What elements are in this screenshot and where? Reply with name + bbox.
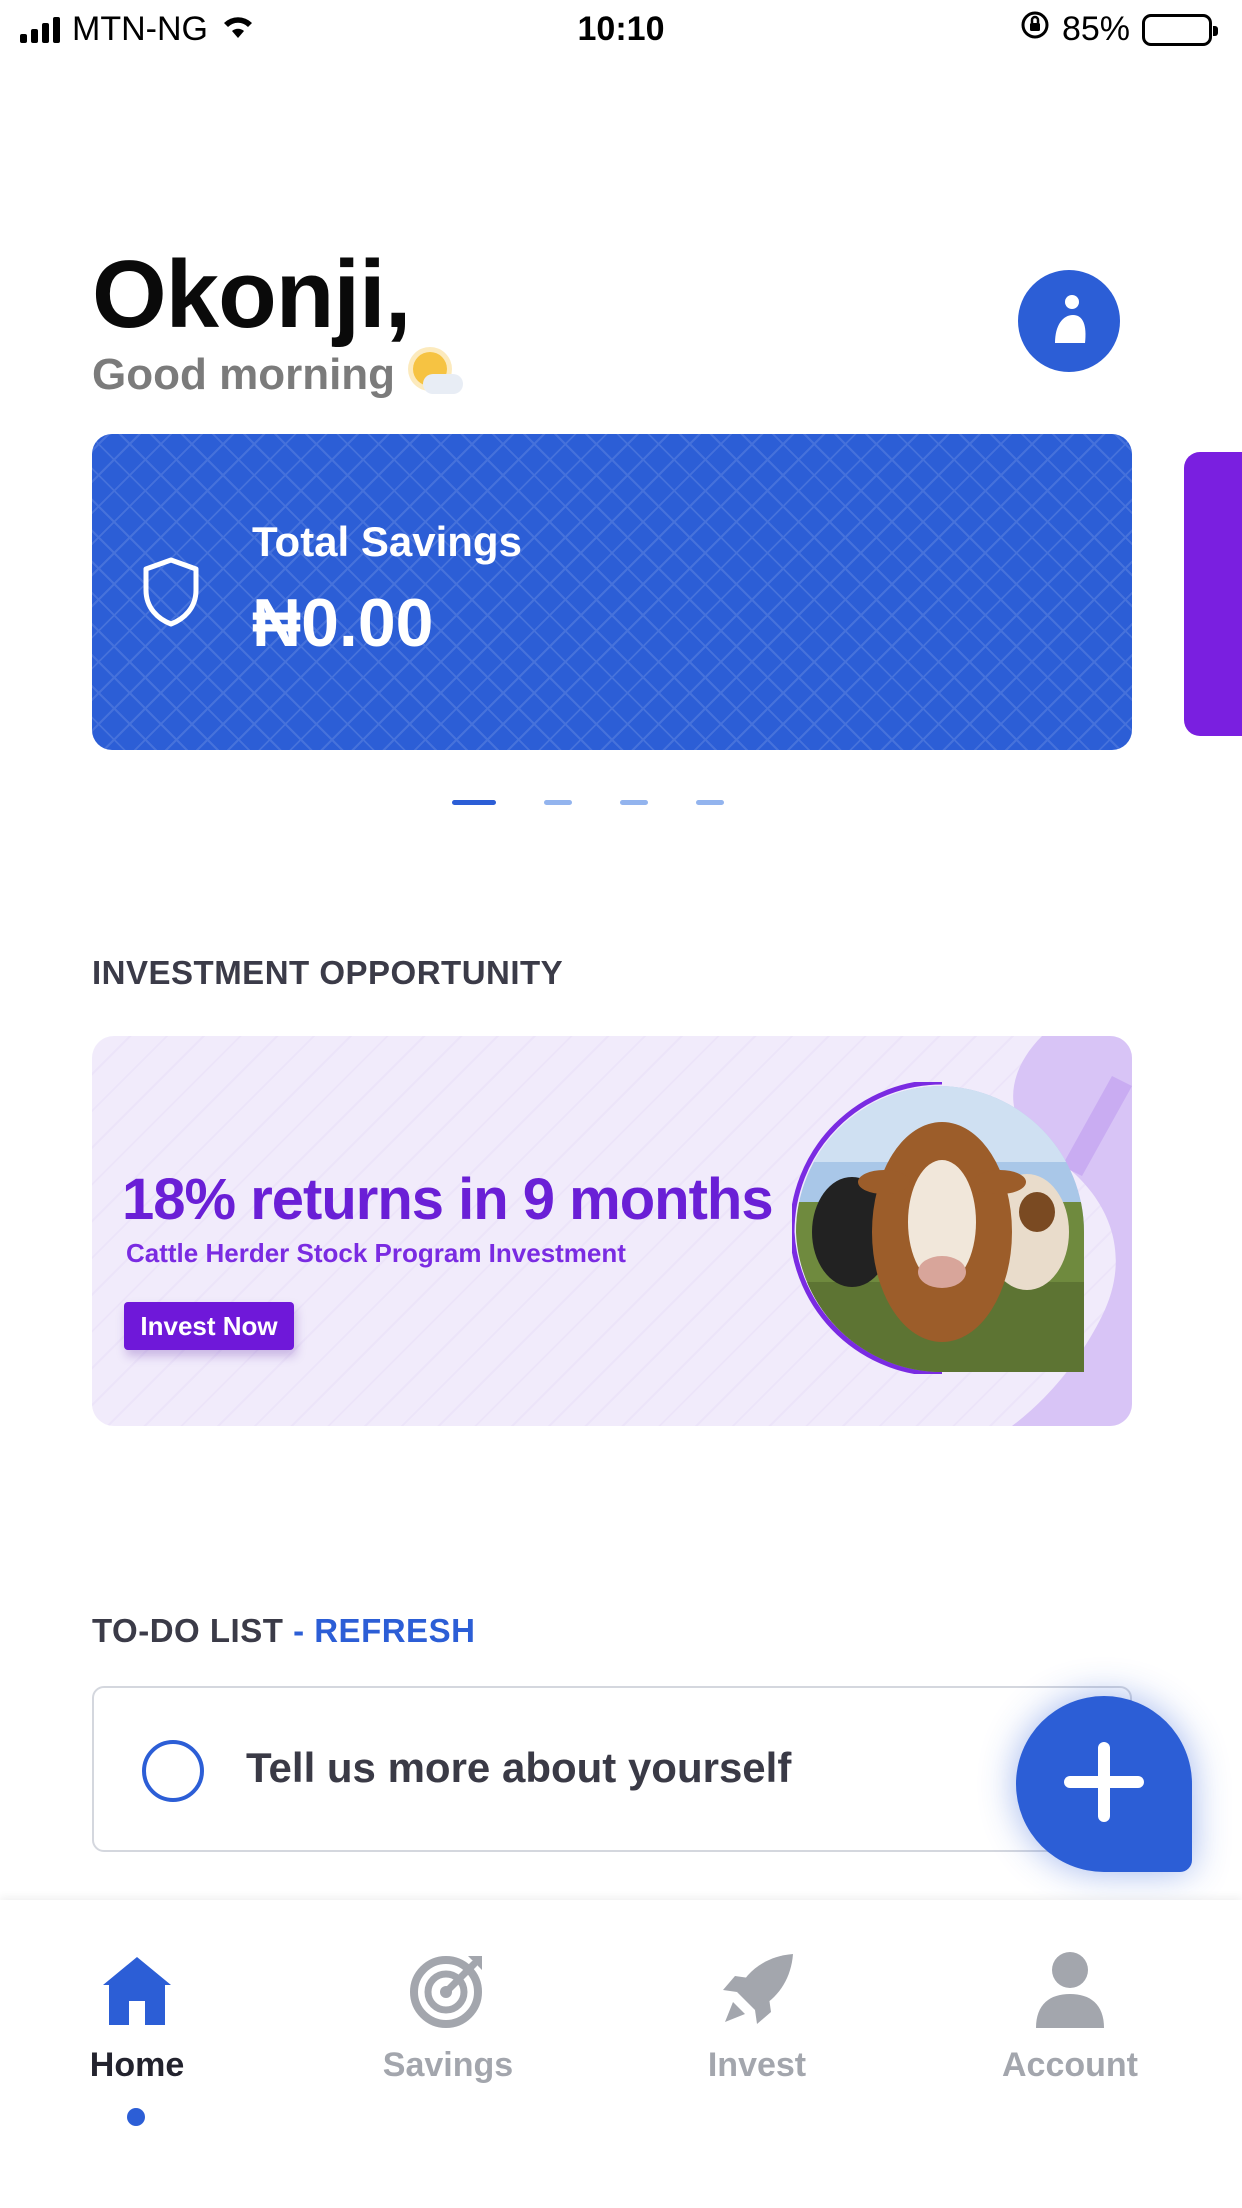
nav-home-label: Home <box>89 2046 185 2084</box>
home-icon <box>37 1950 237 2030</box>
plus-icon <box>1060 1738 1148 1831</box>
nav-invest[interactable]: Invest <box>657 1950 857 2085</box>
rocket-icon <box>657 1950 857 2030</box>
carousel-dot[interactable] <box>620 800 648 805</box>
carousel-dot[interactable] <box>696 800 724 805</box>
savings-label: Total Savings <box>252 518 522 565</box>
status-right: 85% <box>1020 10 1218 49</box>
todo-checkbox[interactable] <box>142 1740 204 1802</box>
user-icon <box>970 1950 1170 2030</box>
greeting-message-row: Good morning <box>92 350 465 400</box>
target-icon <box>348 1950 548 2030</box>
cattle-photo <box>792 1082 1084 1374</box>
orientation-lock-icon <box>1020 10 1050 49</box>
nav-invest-label: Invest <box>707 2046 807 2084</box>
carousel-dot[interactable] <box>452 800 496 805</box>
nav-savings-label: Savings <box>382 2046 514 2084</box>
todo-section-title: TO-DO LIST - REFRESH <box>92 1612 475 1650</box>
user-greeting-name: Okonji, <box>92 241 411 348</box>
battery-icon <box>1142 13 1218 46</box>
investment-section-title: INVESTMENT OPPORTUNITY <box>92 954 564 991</box>
nav-account[interactable]: Account <box>970 1950 1170 2085</box>
status-bar: MTN-NG 10:10 85% <box>0 0 1242 62</box>
card-pattern <box>92 434 1132 750</box>
add-button[interactable] <box>1016 1696 1192 1872</box>
nav-account-label: Account <box>1002 2046 1138 2084</box>
savings-amount: ₦0.00 <box>252 585 434 661</box>
investment-banner[interactable]: 18% returns in 9 months Cattle Herder St… <box>92 1036 1132 1426</box>
nav-home[interactable]: Home <box>37 1950 237 2085</box>
investment-headline: 18% returns in 9 months <box>122 1167 774 1232</box>
sun-cloud-icon <box>409 350 465 400</box>
todo-title: TO-DO LIST <box>92 1612 284 1649</box>
shield-icon <box>140 556 202 633</box>
invest-now-button[interactable]: Invest Now <box>124 1302 294 1350</box>
profile-button[interactable] <box>1018 270 1120 372</box>
carousel-dot[interactable] <box>544 800 572 805</box>
bottom-nav: Home Savings Invest Account <box>0 1900 1242 2208</box>
active-tab-indicator <box>127 2108 145 2126</box>
refresh-link[interactable]: - REFRESH <box>293 1612 475 1649</box>
nav-savings[interactable]: Savings <box>348 1950 548 2085</box>
todo-item-text: Tell us more about yourself <box>246 1744 792 1791</box>
total-savings-card[interactable]: Total Savings ₦0.00 <box>92 434 1132 750</box>
battery-percent: 85% <box>1061 10 1130 48</box>
user-icon <box>1047 293 1091 350</box>
next-card-peek[interactable] <box>1184 452 1242 736</box>
greeting-message: Good morning <box>92 350 396 399</box>
todo-item[interactable]: Tell us more about yourself <box>92 1686 1132 1852</box>
carousel-indicator <box>452 800 724 805</box>
investment-subtitle: Cattle Herder Stock Program Investment <box>126 1238 626 1268</box>
